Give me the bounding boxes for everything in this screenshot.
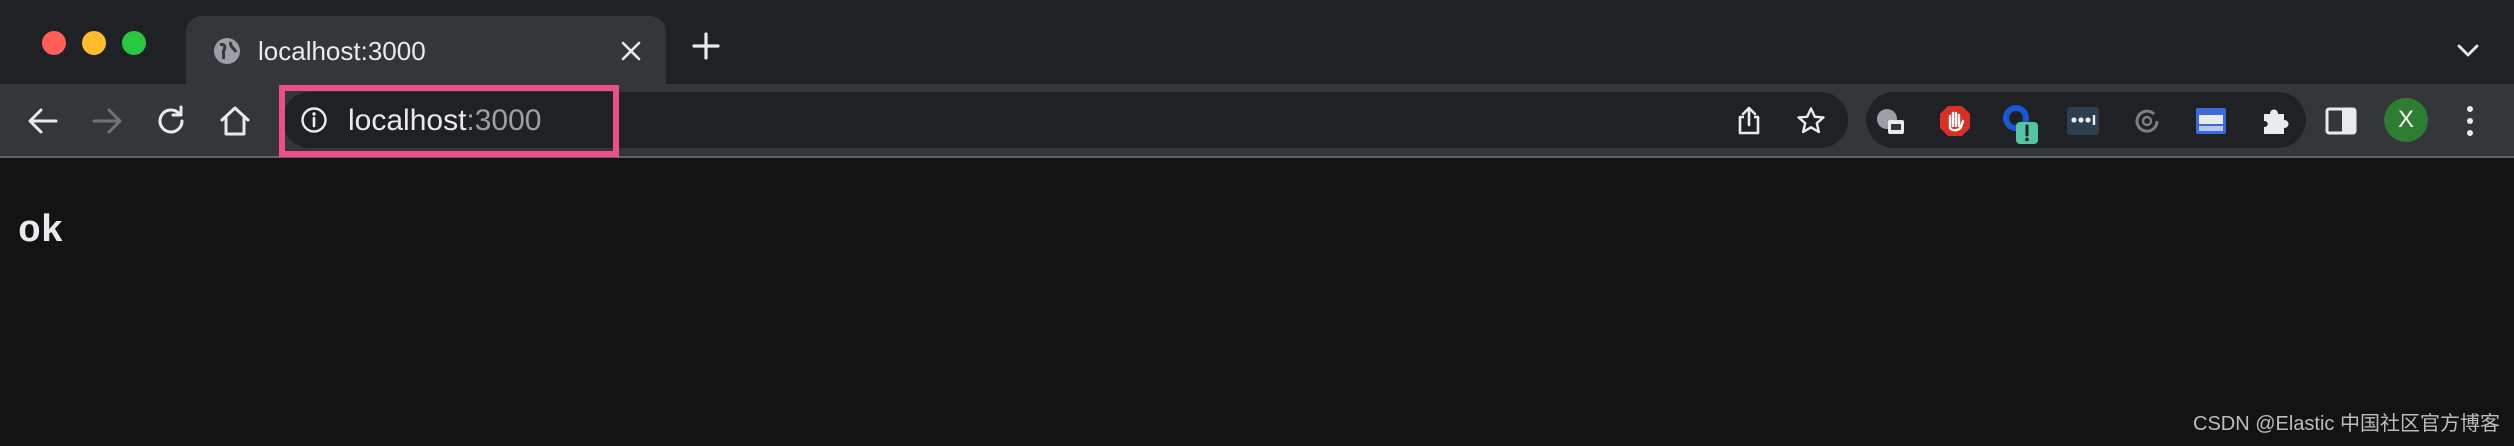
tab-title: localhost:3000 — [258, 36, 426, 66]
stop-hand-icon[interactable] — [1938, 104, 1972, 138]
home-icon[interactable] — [218, 104, 252, 138]
extension-pages-icon[interactable] — [1874, 104, 1908, 138]
extension-window-icon[interactable] — [2194, 104, 2228, 138]
avatar[interactable]: X — [2384, 98, 2428, 142]
extensions-group — [1866, 92, 2306, 148]
page-body-text: ok — [18, 210, 64, 253]
close-icon[interactable] — [620, 40, 642, 62]
annotation-highlight-box — [279, 85, 619, 157]
extension-dots-icon[interactable] — [2066, 104, 2100, 138]
reload-icon[interactable] — [154, 104, 188, 138]
plus-icon[interactable] — [692, 32, 720, 60]
window-minimize-button[interactable] — [82, 31, 106, 55]
window-maximize-button[interactable] — [122, 31, 146, 55]
extension-badge — [2016, 122, 2038, 144]
extension-refresh-icon[interactable] — [2130, 104, 2164, 138]
side-panel-icon[interactable] — [2324, 104, 2358, 138]
watermark: CSDN @Elastic 中国社区官方博客 — [2193, 413, 2500, 435]
star-icon[interactable] — [1796, 106, 1826, 136]
arrow-left-icon[interactable] — [26, 104, 60, 138]
kebab-menu-icon[interactable] — [2460, 104, 2480, 138]
tab-strip: localhost:3000 — [0, 0, 2514, 84]
globe-icon — [214, 38, 240, 64]
share-icon[interactable] — [1734, 106, 1764, 136]
puzzle-icon[interactable] — [2258, 104, 2292, 138]
arrow-right-icon[interactable] — [90, 104, 124, 138]
tab-active[interactable]: localhost:3000 — [186, 16, 666, 84]
chevron-down-icon[interactable] — [2456, 38, 2480, 62]
window-close-button[interactable] — [42, 31, 66, 55]
